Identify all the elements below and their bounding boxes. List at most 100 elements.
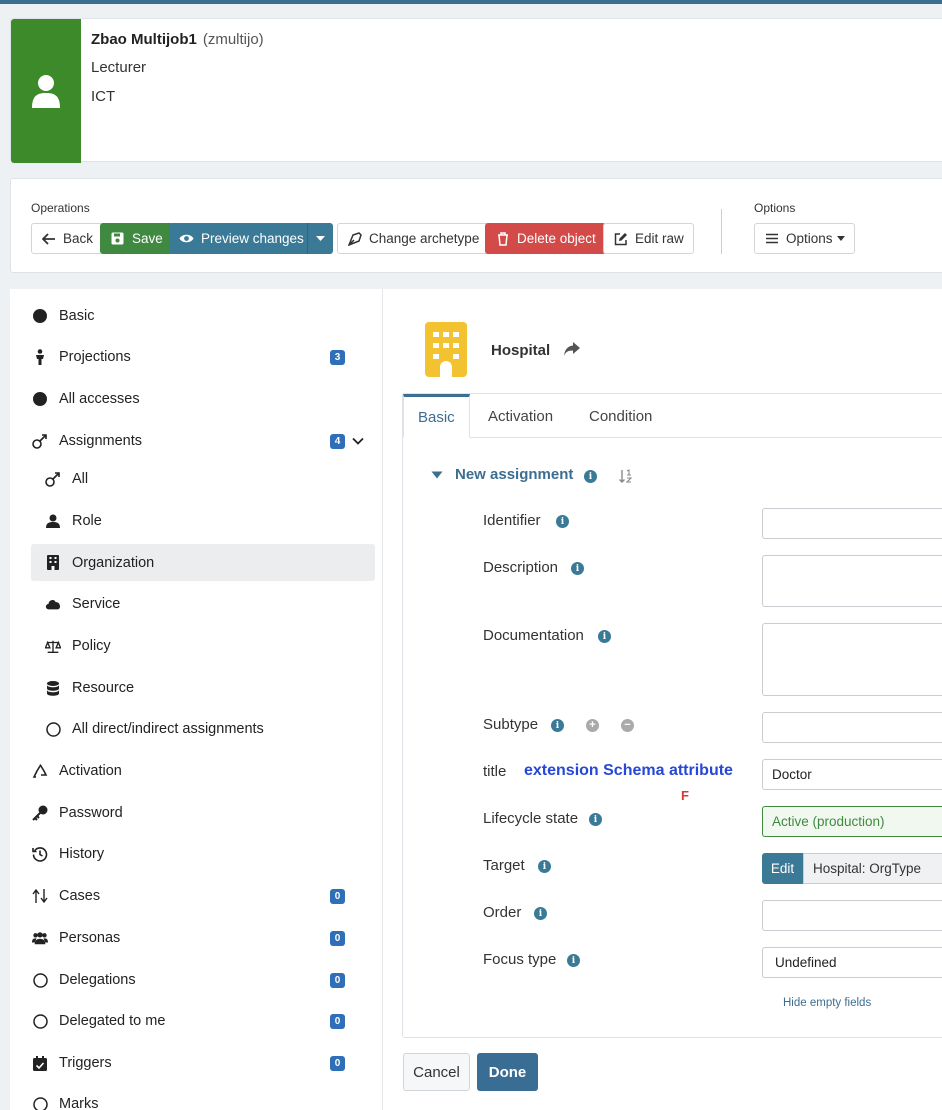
tab-condition[interactable]: Condition [589,394,652,438]
info-icon[interactable]: i [534,907,547,920]
sidebar-item-delegated-to-me[interactable]: Delegated to me 0 [10,1004,383,1038]
annotation-mark: F [681,788,689,803]
edit-raw-button[interactable]: Edit raw [603,223,694,254]
tab-activation[interactable]: Activation [488,394,553,438]
order-input[interactable] [762,900,942,931]
info-icon[interactable]: i [567,954,580,967]
assignments-count-badge: 4 [330,433,345,449]
target-label: Target [483,857,525,874]
circle-outline-icon [32,1096,48,1110]
circle-outline-icon [32,972,48,988]
sidebar-item-delegations[interactable]: Delegations 0 [10,963,383,997]
tab-basic[interactable]: Basic [403,394,470,438]
user-name: Zbao Multijob1 (zmultijo) [91,31,264,48]
sidebar-item-activation[interactable]: Activation [10,754,383,788]
options-button[interactable]: Options [754,223,855,254]
calendar-check-icon [32,1055,48,1071]
assignment-icon [32,433,48,449]
sidebar-item-resource[interactable]: Resource [10,671,383,705]
title-input[interactable]: Doctor [762,759,942,790]
identifier-input[interactable] [762,508,942,539]
circle-icon [32,391,48,407]
sidebar-item-marks[interactable]: Marks [10,1087,383,1110]
info-icon[interactable]: i [571,562,584,575]
person-icon [32,349,48,365]
save-button[interactable]: Save [100,223,173,254]
cases-count-badge: 0 [330,888,345,904]
add-value-icon[interactable]: + [586,719,599,732]
target-value: Hospital: OrgType [803,853,942,884]
key-icon [32,805,48,821]
info-icon[interactable]: i [584,470,597,483]
documentation-label: Documentation [483,627,584,644]
sidebar-item-password[interactable]: Password [10,796,383,830]
section-title: New assignment [455,466,574,483]
recycle-icon [32,763,48,779]
sidebar-item-personas[interactable]: Personas 0 [10,921,383,955]
assignment-tab-panel: Basic Activation Condition New assignmen… [402,393,942,1038]
caret-down-icon [836,236,845,241]
description-label: Description [483,559,559,576]
cancel-button[interactable]: Cancel [403,1053,470,1091]
info-icon[interactable]: i [598,630,611,643]
sidebar-item-assignments[interactable]: Assignments 4 [10,424,383,458]
database-icon [45,680,61,696]
done-button[interactable]: Done [477,1053,538,1091]
delegated-to-me-count-badge: 0 [330,1013,345,1029]
chevron-down-icon[interactable] [352,435,364,447]
preview-dropdown-toggle[interactable] [307,223,333,254]
personas-count-badge: 0 [330,930,345,946]
sidebar-item-policy[interactable]: Policy [10,629,383,663]
sidebar-item-basic[interactable]: Basic [10,299,383,333]
remove-value-icon[interactable]: − [621,719,634,732]
operations-label: Operations [31,201,90,215]
sidebar-item-triggers[interactable]: Triggers 0 [10,1046,383,1080]
sidebar-item-all[interactable]: All [10,462,383,496]
focus-type-select[interactable]: Undefined [762,947,942,978]
user-login: (zmultijo) [202,31,264,48]
info-icon[interactable]: i [556,515,569,528]
preview-changes-button[interactable]: Preview changes [169,223,308,254]
back-button[interactable]: Back [31,223,104,254]
documentation-textarea[interactable] [762,623,942,696]
delete-object-button[interactable]: Delete object [485,223,606,254]
sidebar-item-projections[interactable]: Projections 3 [10,340,383,374]
user-tie-icon [45,513,61,529]
options-label: Options [754,201,796,215]
target-title: Hospital [491,342,551,359]
arrow-left-icon [41,231,56,246]
building-icon [425,322,467,377]
share-arrow-icon[interactable] [563,341,581,357]
lifecycle-state-select[interactable]: Active (production) [762,806,942,837]
info-icon[interactable]: i [551,719,564,732]
sidebar-item-all-accesses[interactable]: All accesses [10,382,383,416]
triggers-count-badge: 0 [330,1055,345,1071]
change-archetype-button[interactable]: Change archetype [337,223,490,254]
subtype-label: Subtype [483,716,539,733]
focus-type-label: Focus type [483,951,557,968]
subtype-input[interactable] [762,712,942,743]
hide-empty-fields-link[interactable]: Hide empty fields [783,997,871,1009]
top-accent-bar [0,0,942,4]
edit-icon [613,231,628,246]
target-edit-button[interactable]: Edit [762,853,803,884]
description-textarea[interactable] [762,555,942,607]
trash-icon [495,231,510,246]
floppy-icon [110,231,125,246]
sidebar-item-cases[interactable]: Cases 0 [10,879,383,913]
cloud-icon [45,596,61,612]
sidebar-item-organization[interactable]: Organization [31,544,375,581]
user-icon [32,75,60,108]
balance-scale-icon [45,638,61,654]
sort-icon[interactable] [619,469,633,483]
sidebar-item-service[interactable]: Service [10,587,383,621]
circle-outline-icon [32,1013,48,1029]
collapse-caret-icon[interactable] [431,470,443,480]
sidebar-item-role[interactable]: Role [10,504,383,538]
info-icon[interactable]: i [589,813,602,826]
users-icon [32,930,48,946]
delegations-count-badge: 0 [330,972,345,988]
sidebar-item-history[interactable]: History [10,837,383,871]
sidebar-item-all-direct-indirect[interactable]: All direct/indirect assignments [10,712,383,746]
info-icon[interactable]: i [538,860,551,873]
